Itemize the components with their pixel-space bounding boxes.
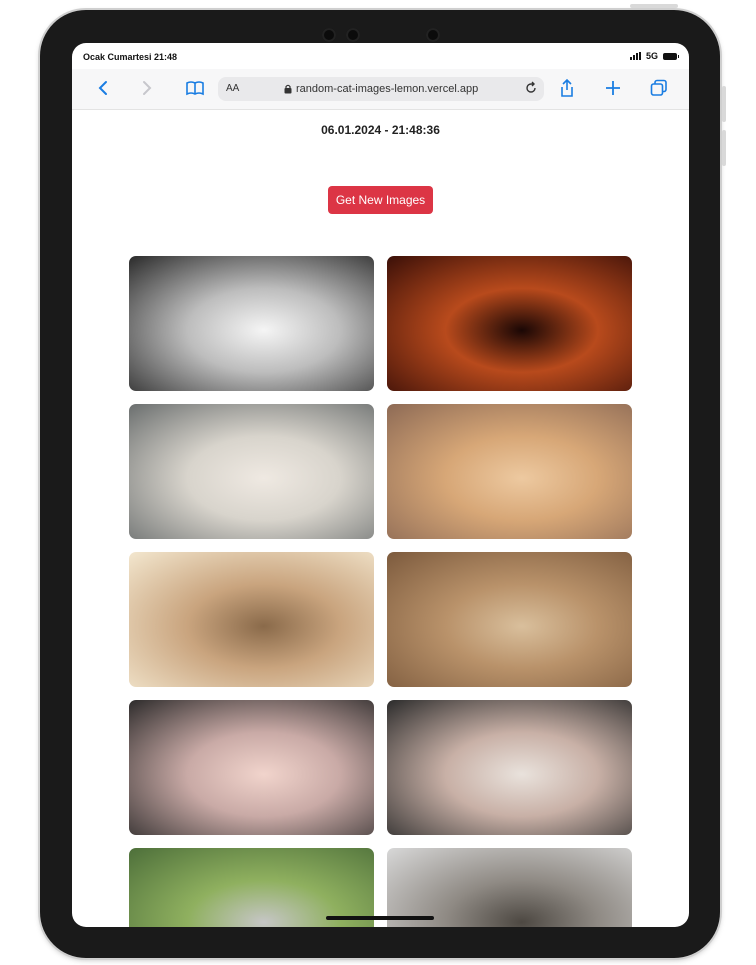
cat-image-7[interactable] xyxy=(129,700,374,835)
cat-photo xyxy=(387,256,632,391)
back-icon[interactable] xyxy=(92,77,114,99)
image-grid xyxy=(129,256,632,927)
timestamp: 06.01.2024 - 21:48:36 xyxy=(321,123,440,137)
signal-icon xyxy=(629,52,641,60)
status-time: Ocak Cumartesi 21:48 xyxy=(83,52,178,62)
volume-down-button xyxy=(722,130,726,166)
cat-image-4[interactable] xyxy=(387,404,632,539)
cat-image-5[interactable] xyxy=(129,552,374,687)
volume-up-button xyxy=(722,86,726,122)
address-bar[interactable]: AA random-cat-images-lemon.vercel.app xyxy=(218,77,544,101)
network-label: 5G xyxy=(645,51,658,61)
share-icon[interactable] xyxy=(556,77,578,99)
cat-photo xyxy=(387,404,632,539)
home-indicator xyxy=(326,916,434,920)
reader-aa-button[interactable]: AA xyxy=(226,83,239,94)
reload-icon[interactable] xyxy=(524,81,538,98)
camera-dot xyxy=(346,28,360,42)
cat-image-1[interactable] xyxy=(129,256,374,391)
cat-photo xyxy=(387,700,632,835)
browser-toolbar: AA random-cat-images-lemon.vercel.app xyxy=(72,69,689,110)
cat-photo xyxy=(129,256,374,391)
battery-icon xyxy=(663,52,679,60)
browser-screen: Ocak Cumartesi 21:48 5G AA random-cat-im… xyxy=(72,43,689,927)
cat-photo xyxy=(129,700,374,835)
tabs-icon[interactable] xyxy=(648,77,670,99)
url-text: random-cat-images-lemon.vercel.app xyxy=(296,83,479,95)
page-content: 06.01.2024 - 21:48:36 Get New Images xyxy=(72,110,689,927)
camera-dot xyxy=(322,28,336,42)
lock-icon xyxy=(284,84,292,94)
cat-photo xyxy=(387,552,632,687)
cat-image-8[interactable] xyxy=(387,700,632,835)
status-bar: Ocak Cumartesi 21:48 5G xyxy=(72,43,689,69)
cat-image-6[interactable] xyxy=(387,552,632,687)
cat-photo xyxy=(129,404,374,539)
camera-dot xyxy=(426,28,440,42)
cat-photo xyxy=(129,552,374,687)
get-new-images-button[interactable]: Get New Images xyxy=(328,186,433,214)
plus-icon[interactable] xyxy=(602,77,624,99)
cat-image-2[interactable] xyxy=(387,256,632,391)
cat-image-3[interactable] xyxy=(129,404,374,539)
forward-icon[interactable] xyxy=(136,77,158,99)
book-icon[interactable] xyxy=(184,77,206,99)
top-button xyxy=(630,4,678,8)
